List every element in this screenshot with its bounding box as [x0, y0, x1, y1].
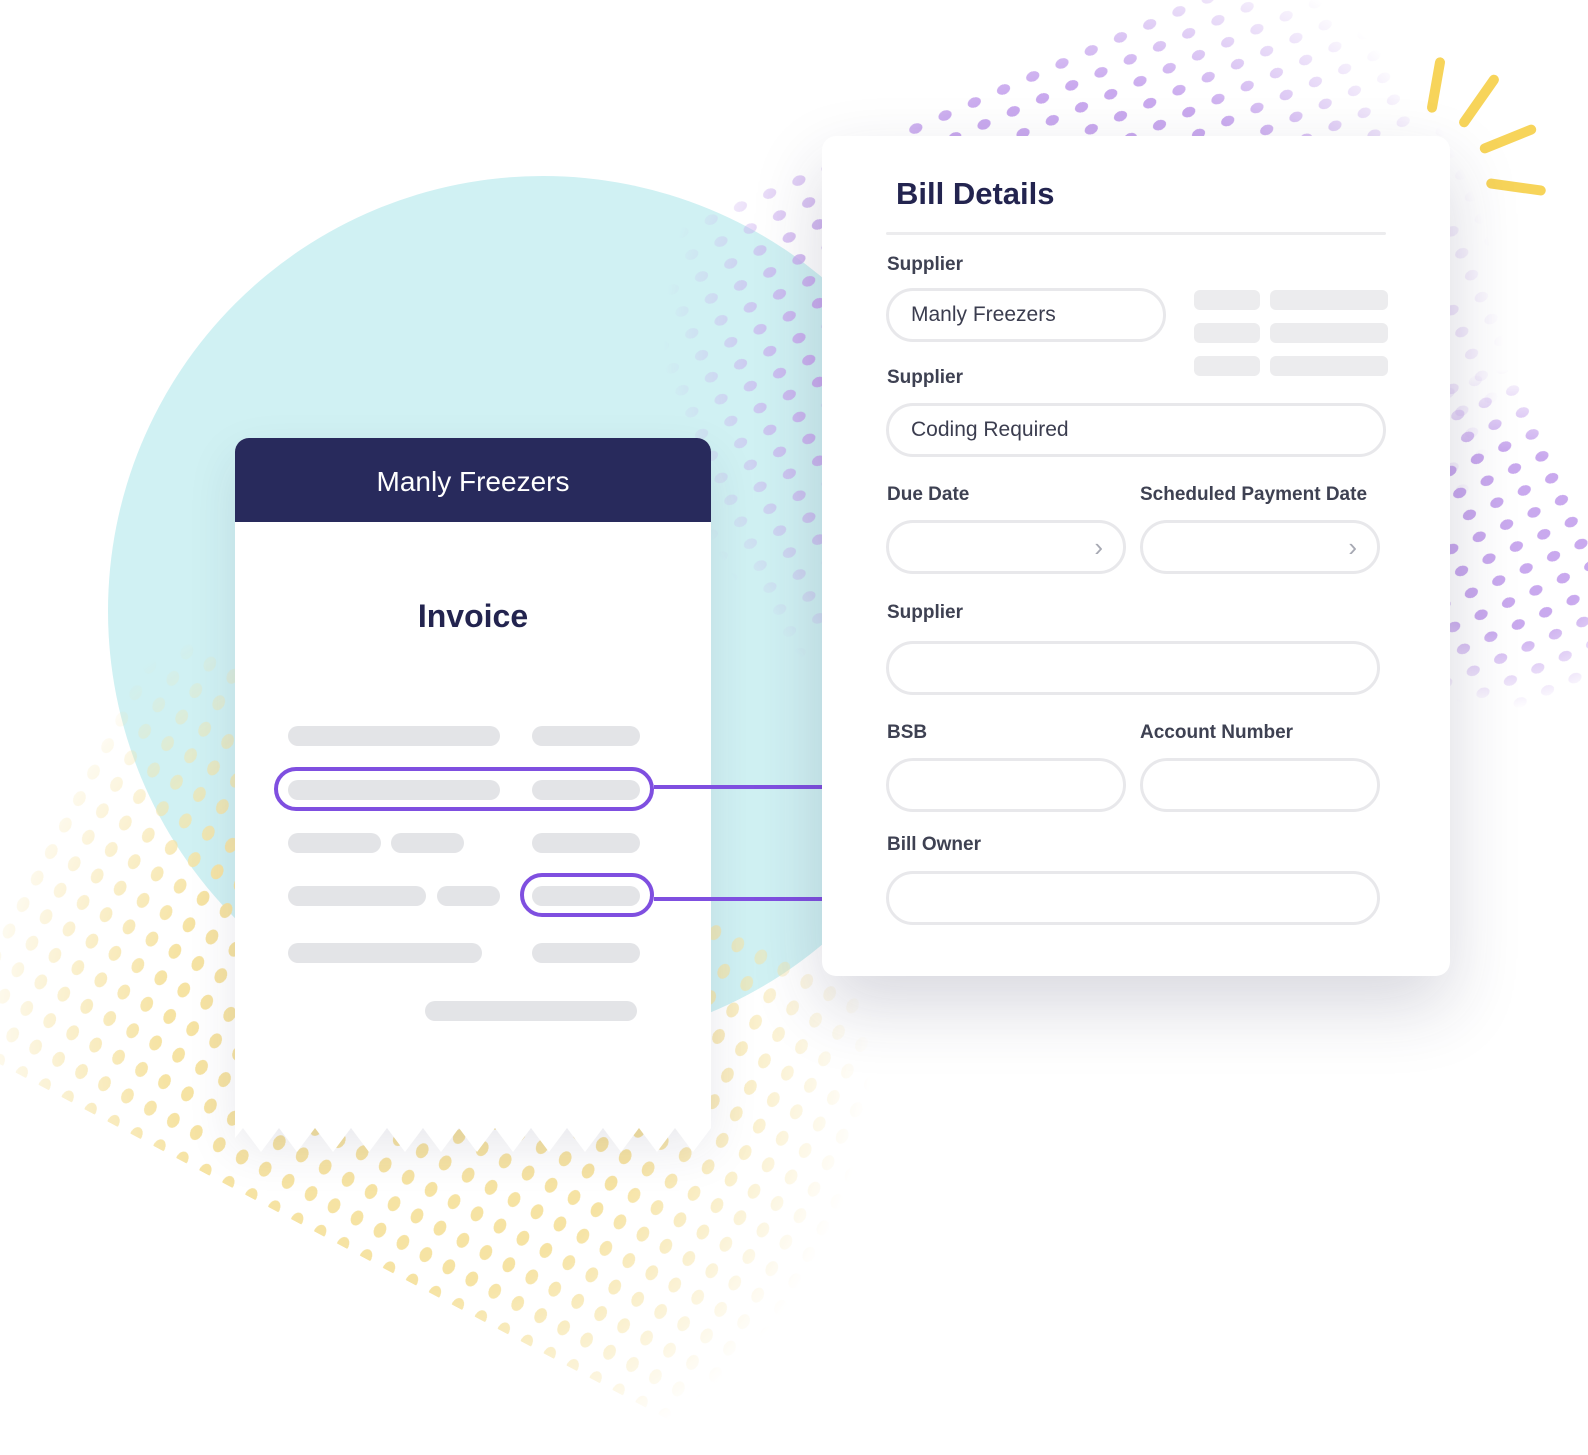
- invoice-torn-edge: [235, 1126, 711, 1152]
- bill-details-card: Bill Details Supplier Manly Freezers Sup…: [822, 136, 1450, 976]
- chevron-right-icon: ›: [1094, 532, 1103, 562]
- account-number-label: Account Number: [1140, 722, 1294, 743]
- invoice-placeholder-line: [288, 726, 500, 746]
- supplier-status-label: Supplier: [887, 367, 964, 388]
- account-number-field[interactable]: [1140, 758, 1380, 812]
- title-divider: [886, 232, 1386, 235]
- scheduled-payment-date-field[interactable]: ›: [1140, 520, 1380, 574]
- supplier-field[interactable]: Manly Freezers: [886, 288, 1166, 342]
- placeholder-block: [1194, 290, 1260, 310]
- invoice-placeholder-amount: [532, 726, 640, 746]
- status-field[interactable]: Coding Required: [886, 403, 1386, 457]
- placeholder-block: [1270, 323, 1388, 343]
- invoice-title: Invoice: [417, 598, 529, 634]
- invoice-supplier-name: Manly Freezers: [376, 466, 570, 497]
- placeholder-block: [1194, 323, 1260, 343]
- invoice-header: Manly Freezers: [235, 438, 711, 522]
- supplier-label: Supplier: [887, 254, 964, 275]
- due-date-label: Due Date: [887, 484, 970, 505]
- status-value: Coding Required: [911, 418, 1069, 441]
- invoice-placeholder-line: [437, 886, 500, 906]
- invoice-placeholder-line: [288, 886, 426, 906]
- scheduled-payment-date-label: Scheduled Payment Date: [1140, 484, 1368, 505]
- invoice-placeholder-total: [425, 1001, 637, 1021]
- invoice-placeholder-amount: [532, 943, 640, 963]
- invoice-highlight-amount: [520, 873, 654, 917]
- placeholder-block: [1270, 290, 1388, 310]
- supplier-label-third: Supplier: [887, 602, 964, 623]
- invoice-highlight-bsb-row: [274, 767, 654, 811]
- invoice-placeholder-amount: [532, 833, 640, 853]
- placeholder-block: [1270, 356, 1388, 376]
- bill-details-title: Bill Details: [896, 176, 1055, 211]
- placeholder-block: [1194, 356, 1260, 376]
- bill-owner-label: Bill Owner: [887, 834, 981, 855]
- invoice-placeholder-line: [288, 833, 381, 853]
- chevron-right-icon: ›: [1348, 532, 1357, 562]
- supplier-field-empty[interactable]: [886, 641, 1380, 695]
- supplier-value: Manly Freezers: [911, 303, 1056, 326]
- bsb-label: BSB: [887, 722, 928, 743]
- bill-owner-field[interactable]: [886, 871, 1380, 925]
- bsb-field[interactable]: [886, 758, 1126, 812]
- invoice-placeholder-line: [391, 833, 464, 853]
- invoice-placeholder-line: [288, 943, 482, 963]
- due-date-field[interactable]: ›: [886, 520, 1126, 574]
